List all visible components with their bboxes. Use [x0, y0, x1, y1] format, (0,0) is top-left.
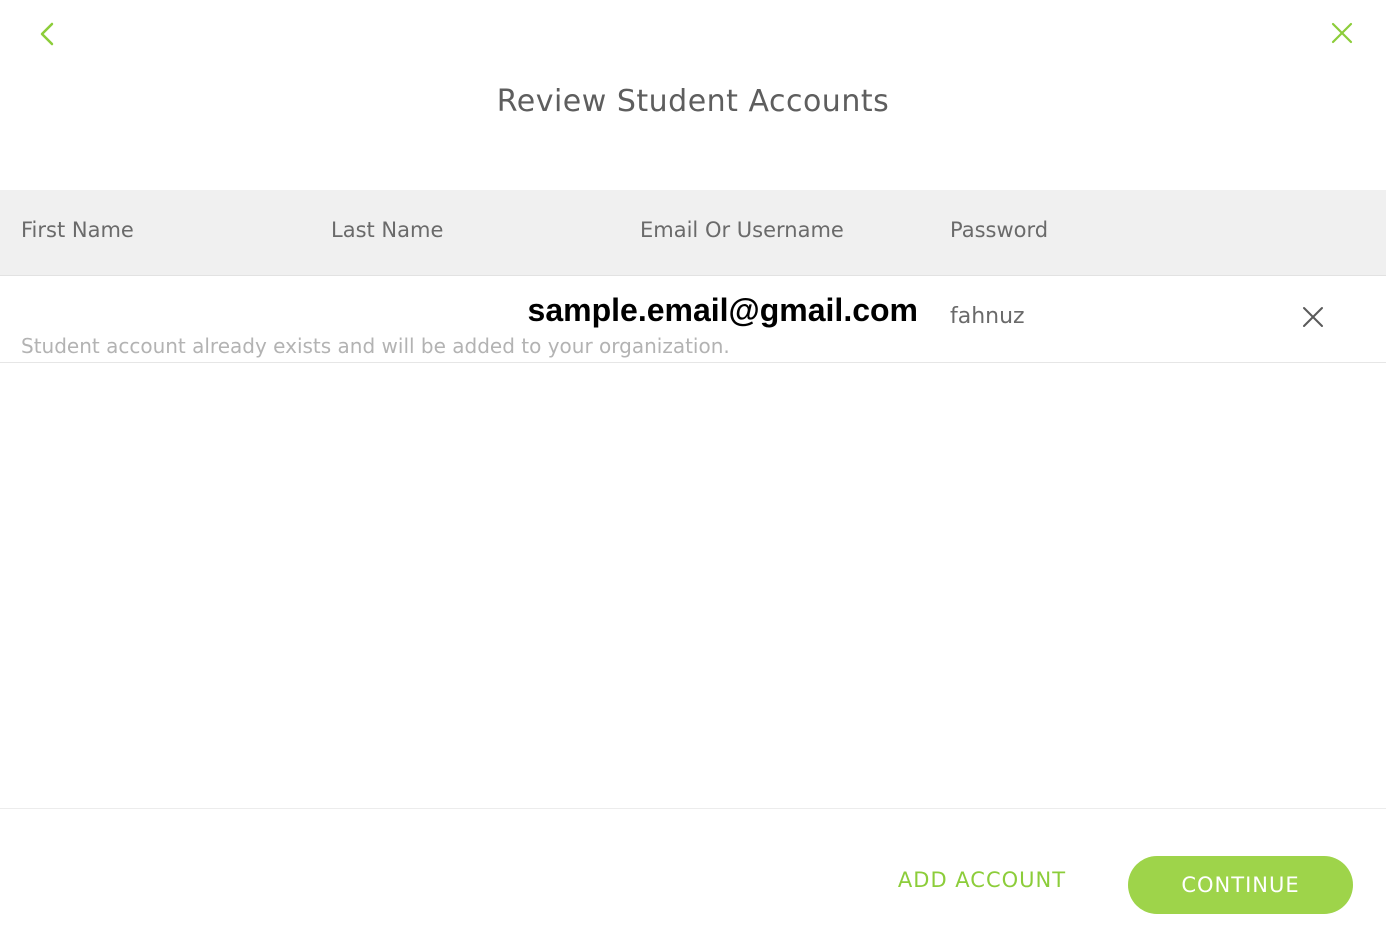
footer-divider: [0, 808, 1386, 809]
password-cell: fahnuz: [950, 304, 1025, 329]
close-icon: [1331, 22, 1353, 44]
table-header: First Name Last Name Email Or Username P…: [0, 190, 1386, 276]
close-icon: [1303, 307, 1323, 327]
add-account-button[interactable]: ADD ACCOUNT: [870, 868, 1094, 892]
review-student-accounts-dialog: Review Student Accounts First Name Last …: [0, 0, 1386, 934]
column-header-last-name: Last Name: [331, 218, 444, 242]
column-header-first-name: First Name: [21, 218, 134, 242]
close-button[interactable]: [1326, 17, 1358, 49]
account-exists-note: Student account already exists and will …: [21, 334, 730, 358]
table-row: sample.email@gmail.com fahnuz Student ac…: [0, 276, 1386, 363]
continue-button[interactable]: CONTINUE: [1128, 856, 1353, 914]
back-button[interactable]: [30, 18, 62, 50]
remove-row-button[interactable]: [1298, 302, 1328, 332]
chevron-left-icon: [40, 22, 54, 46]
column-header-password: Password: [950, 218, 1049, 242]
email-cell: sample.email@gmail.com: [527, 292, 918, 328]
column-header-email: Email Or Username: [640, 218, 844, 242]
page-title: Review Student Accounts: [496, 84, 890, 119]
